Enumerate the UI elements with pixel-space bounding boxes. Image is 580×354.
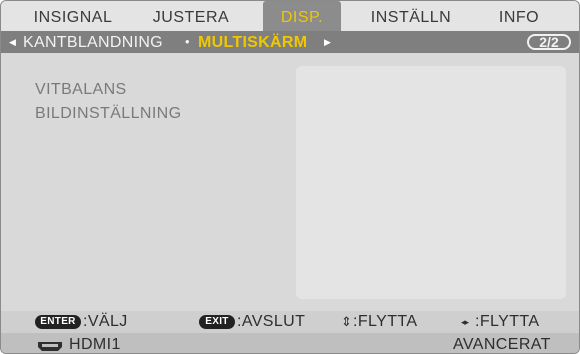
tab-installn[interactable]: INSTÄLLN [361, 1, 461, 31]
preview-panel [296, 66, 566, 299]
hdmi-icon [37, 339, 63, 353]
projector-osd-menu: INSIGNAL JUSTERA DISP. INSTÄLLN INFO ◀ K… [0, 0, 580, 354]
nav-right-arrow-icon[interactable]: ▶ [324, 31, 331, 53]
menu-item-bildinstallning[interactable]: BILDINSTÄLLNING [35, 105, 181, 123]
up-down-icon: ⇕ [341, 314, 353, 329]
tab-disp[interactable]: DISP. [263, 1, 341, 31]
menu-mode-label: AVANCERAT [453, 336, 551, 353]
status-bar: HDMI1 AVANCERAT [1, 333, 579, 353]
tab-justera[interactable]: JUSTERA [141, 1, 241, 31]
tab-bar: INSIGNAL JUSTERA DISP. INSTÄLLN INFO [1, 1, 579, 31]
exit-key-chip: EXIT [199, 315, 235, 329]
enter-action-text: :VÄLJ [83, 313, 128, 330]
exit-action-text: :AVSLUT [237, 313, 306, 330]
page-indicator: 2/2 [527, 34, 571, 50]
menu-item-vitbalans[interactable]: VITBALANS [35, 81, 127, 99]
input-source-label: HDMI1 [69, 336, 121, 353]
subpage-nav: ◀ KANTBLANDNING • MULTISKÄRM ▶ 2/2 [1, 31, 579, 53]
subpage-kantblandning[interactable]: KANTBLANDNING [23, 31, 163, 54]
subpage-multiskarm[interactable]: MULTISKÄRM [198, 31, 307, 54]
left-right-icon: ◂▸ [461, 317, 469, 327]
enter-key-chip: ENTER [35, 315, 81, 329]
updown-action-text: :FLYTTA [353, 313, 418, 330]
nav-left-arrow-icon[interactable]: ◀ [9, 31, 16, 53]
help-bar: ENTER :VÄLJ EXIT :AVSLUT ⇕ :FLYTTA ◂▸ :F… [1, 311, 579, 333]
subpage-separator: • [185, 34, 190, 49]
leftright-action-text: :FLYTTA [475, 313, 540, 330]
tab-info[interactable]: INFO [489, 1, 549, 31]
tab-insignal[interactable]: INSIGNAL [33, 1, 113, 31]
